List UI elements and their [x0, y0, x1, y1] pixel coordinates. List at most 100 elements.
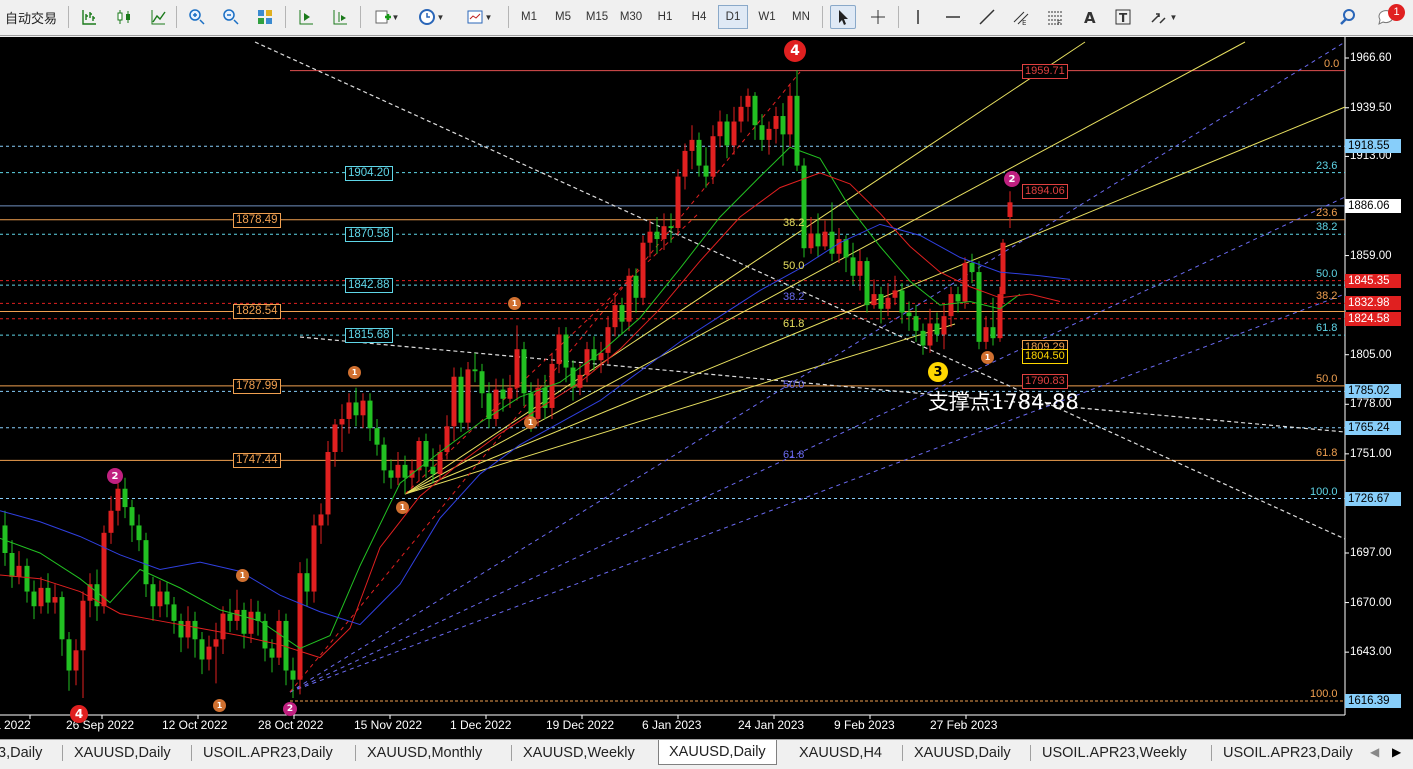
scroll-left-icon[interactable]: ◀	[1370, 745, 1379, 759]
candle-bearish	[472, 369, 478, 372]
timeframe-mn[interactable]: MN	[786, 5, 816, 29]
time-axis-label: a 2022	[0, 718, 31, 732]
price-chart[interactable]: 1966.601939.501913.001886.061859.001832.…	[0, 37, 1413, 739]
candle-bullish	[661, 226, 667, 240]
chart-tab[interactable]: XAUUSD,Daily	[914, 742, 1011, 764]
vertical-line-icon[interactable]	[905, 5, 931, 29]
chart-tab[interactable]: XAUUSD,Daily	[658, 740, 777, 765]
candle-bearish	[759, 125, 765, 140]
timeframe-m5[interactable]: M5	[548, 5, 578, 29]
candle-bullish	[556, 334, 562, 364]
tab-separator	[191, 745, 192, 761]
time-axis-label: 19 Dec 2022	[546, 718, 615, 732]
candle-bullish	[276, 620, 282, 658]
swing-price-tag: 1959.71	[1022, 63, 1068, 79]
chart-tab[interactable]: XAUUSD,Daily	[74, 742, 171, 764]
bar-chart-icon[interactable]	[76, 5, 102, 29]
horizontal-line-icon[interactable]	[940, 5, 966, 29]
wave-count-marker: 4	[784, 40, 806, 62]
autoscroll-icon[interactable]	[327, 5, 353, 29]
candle-bullish	[416, 440, 422, 471]
chart-shift-icon[interactable]	[293, 5, 319, 29]
chart-tab[interactable]: USOIL.APR23,Daily	[203, 742, 333, 764]
candle-bearish	[241, 609, 247, 634]
candle-bullish	[38, 587, 44, 607]
swing-price-tag: 1790.83	[1022, 373, 1068, 389]
crosshair-icon[interactable]	[865, 5, 891, 29]
chart-tab[interactable]: XAUUSD,Monthly	[367, 742, 482, 764]
price-tag: 1785.02	[1345, 384, 1401, 399]
timeframe-d1[interactable]: D1	[718, 5, 748, 29]
candle-bullish	[80, 600, 86, 651]
price-tag: 1918.55	[1345, 139, 1401, 154]
time-axis-label: 28 Oct 2022	[258, 718, 324, 732]
candle-bullish	[360, 400, 366, 416]
templates-dropdown[interactable]: ▼	[461, 5, 497, 29]
scroll-right-icon[interactable]: ▶	[1392, 745, 1401, 759]
text-label-icon[interactable]: T	[1110, 5, 1136, 29]
candle-bullish	[395, 464, 401, 478]
candle-bullish	[346, 402, 352, 419]
wave-count-marker: 1	[524, 416, 537, 429]
autotrade-button[interactable]: 自动交易	[0, 5, 62, 29]
timeframe-m30[interactable]: M30	[616, 5, 646, 29]
timeframe-h4[interactable]: H4	[684, 5, 714, 29]
candle-bullish	[857, 261, 863, 276]
time-axis-label: 27 Feb 2023	[930, 718, 998, 732]
line-chart-icon[interactable]	[145, 5, 171, 29]
chart-tab[interactable]: USOIL.APR23,Daily	[1223, 742, 1353, 764]
candle-bullish	[157, 591, 163, 607]
candle-bullish	[731, 121, 737, 146]
chart-tab[interactable]: USOIL.APR23,Weekly	[1042, 742, 1187, 764]
equidistant-channel-icon[interactable]: E	[1008, 5, 1034, 29]
chart-tab[interactable]: XAUUSD,H4	[799, 742, 882, 764]
fibonacci-icon[interactable]: F	[1042, 5, 1068, 29]
candle-bearish	[458, 376, 464, 423]
candle-bullish	[332, 424, 338, 453]
timeframe-m15[interactable]: M15	[582, 5, 612, 29]
candlestick-icon[interactable]	[111, 5, 137, 29]
fib-fan-label: 50.0	[783, 259, 805, 272]
price-tag: 1726.67	[1345, 491, 1401, 506]
fib-ratio-label: 100.0	[1310, 485, 1338, 498]
candle-bearish	[955, 294, 961, 302]
timeframe-m1[interactable]: M1	[514, 5, 544, 29]
tile-windows-icon[interactable]	[252, 5, 278, 29]
level-label: 1842.88	[345, 278, 393, 294]
candle-bearish	[668, 226, 674, 229]
periods-dropdown[interactable]: ▼	[413, 5, 449, 29]
timeframe-h1[interactable]: H1	[650, 5, 680, 29]
time-axis-label: 1 Dec 2022	[450, 718, 512, 732]
cursor-icon[interactable]	[830, 5, 856, 29]
zoom-out-icon[interactable]	[218, 5, 244, 29]
search-icon[interactable]	[1335, 5, 1361, 29]
candle-bullish	[640, 242, 646, 298]
candle-bearish	[969, 262, 975, 273]
candle-bearish	[150, 584, 156, 607]
toolbar-separator	[285, 6, 286, 28]
timeframe-w1[interactable]: W1	[752, 5, 782, 29]
chart-tab[interactable]: XAUUSD,Weekly	[523, 742, 635, 764]
arrows-dropdown[interactable]: ▼	[1144, 5, 1182, 29]
fib-fan-label: 38.2	[783, 217, 805, 230]
candle-bearish	[199, 639, 205, 660]
toolbar-separator	[898, 6, 899, 28]
template-icon	[467, 10, 483, 24]
chart-tab[interactable]: 3,Daily	[0, 742, 42, 764]
fib-fan-label: 38.2	[783, 290, 805, 303]
candle-bearish	[920, 330, 926, 346]
notifications-button[interactable]: 1	[1370, 4, 1405, 29]
zoom-in-icon[interactable]	[184, 5, 210, 29]
time-axis-label: 15 Nov 2022	[354, 718, 423, 732]
candle-bearish	[864, 261, 870, 306]
price-tag: 1845.35	[1345, 273, 1401, 288]
candle-bullish	[997, 294, 1003, 339]
candle-bullish	[73, 650, 79, 671]
time-axis-label: 9 Feb 2023	[834, 718, 895, 732]
indicators-dropdown[interactable]: ▼	[368, 5, 404, 29]
candle-bullish	[605, 327, 611, 353]
candle-bearish	[24, 565, 30, 592]
text-icon[interactable]: A	[1076, 5, 1102, 29]
trendline-icon[interactable]	[974, 5, 1000, 29]
level-label: 1878.49	[233, 212, 281, 228]
